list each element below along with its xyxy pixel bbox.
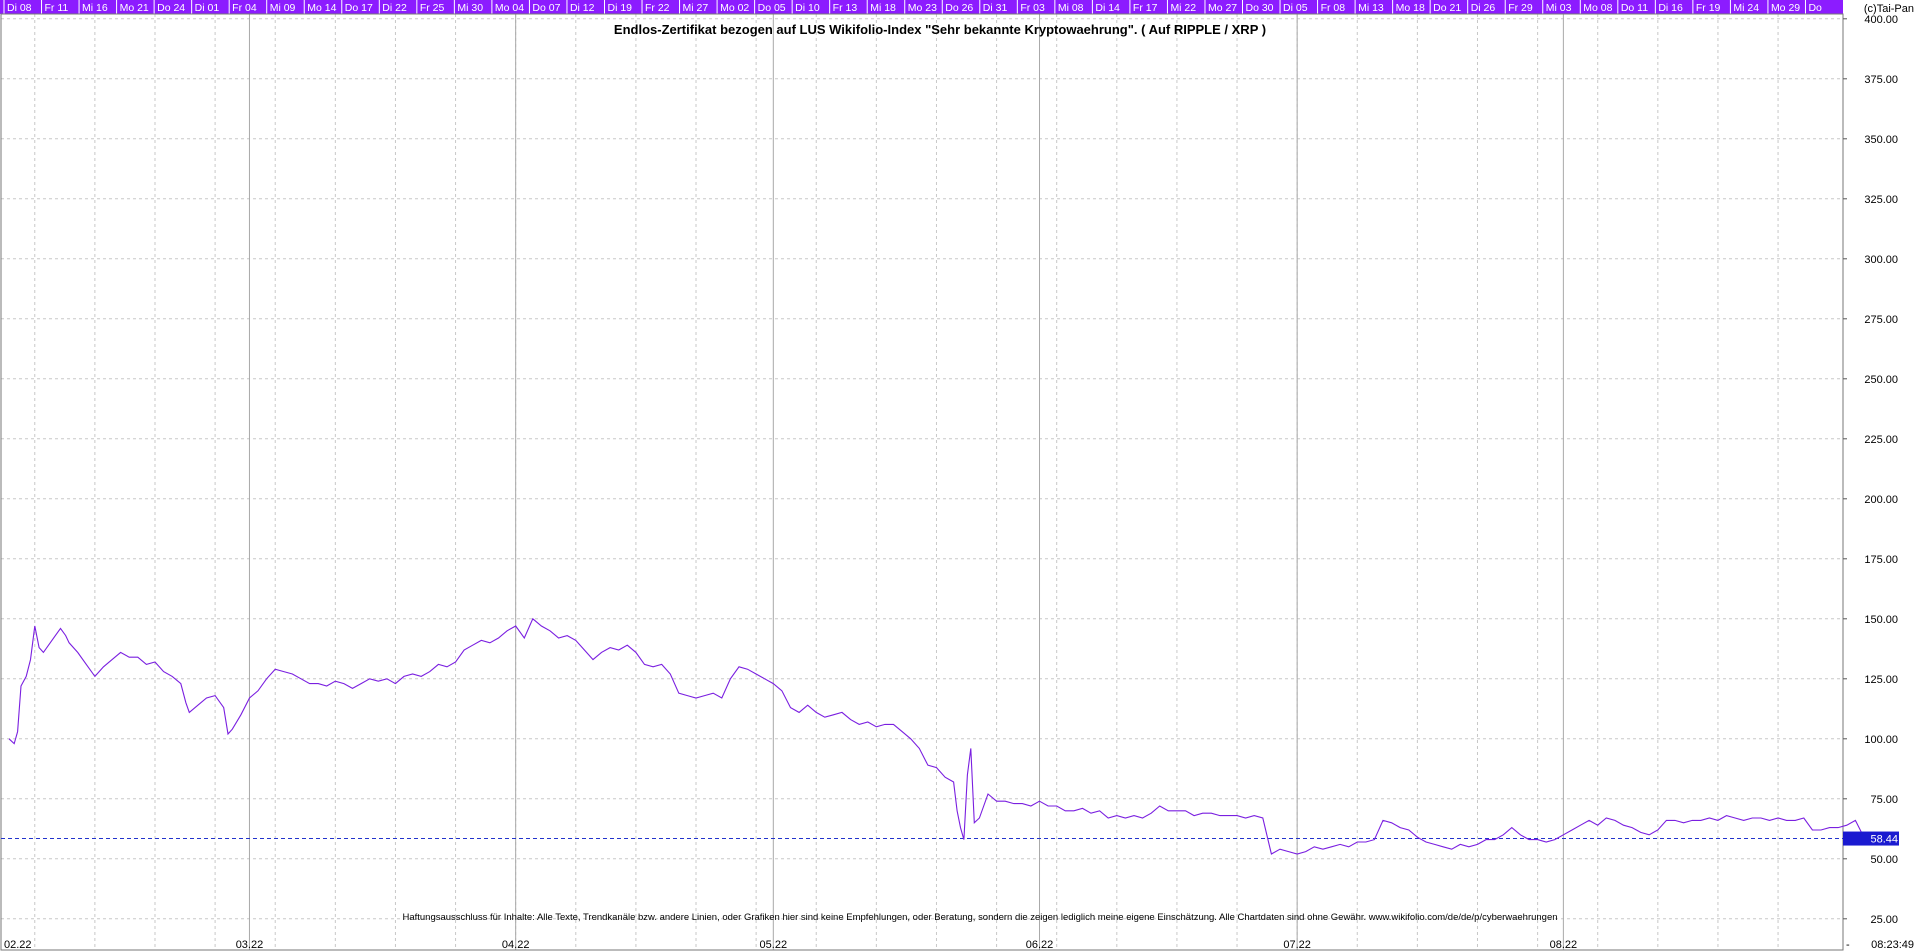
date-header-label: Do [1808,2,1822,14]
chart-root: Di 08 Fr 11 Mi 16 Mo 21 Do 24 Di 01 Fr 04 Mi 09… [0,0,1916,952]
date-header-label: Mo 04 [495,2,524,14]
y-tick-label: 25.00 [1870,914,1898,926]
x-month-label: 07.22 [1283,939,1311,951]
y-tick-label: 150.00 [1864,614,1898,626]
chart-title: Endlos-Zertifikat bezogen auf LUS Wikifo… [614,22,1266,37]
date-header-label: Do 17 [345,2,373,14]
y-tick-label: 350.00 [1864,134,1898,146]
timestamp-label: 08:23:49 [1871,939,1914,951]
date-header-label: Mo 18 [1396,2,1425,14]
date-header-label: Di 16 [1658,2,1683,14]
y-tick-label: 300.00 [1864,254,1898,266]
date-header-label: Do 05 [758,2,786,14]
y-tick-label: 275.00 [1864,314,1898,326]
y-tick-label: 100.00 [1864,734,1898,746]
current-price-label: 58.44 [1870,834,1898,846]
date-header-label: Fr 11 [45,2,69,14]
date-header-label: Mo 14 [307,2,336,14]
date-header-label: Mo 29 [1771,2,1800,14]
y-tick-label: 325.00 [1864,194,1898,206]
date-header-label: Di 12 [570,2,595,14]
date-header-label: Mi 16 [82,2,108,14]
date-header-label: Di 14 [1095,2,1120,14]
y-tick-label: 400.00 [1864,14,1898,26]
disclaimer-text: Haftungsausschluss für Inhalte: Alle Tex… [403,912,1558,923]
date-header-label: Mi 18 [870,2,896,14]
date-header-label: Do 24 [157,2,185,14]
date-header-label: Fr 13 [833,2,858,14]
date-header-label: Di 05 [1283,2,1308,14]
date-header-label: Mo 27 [1208,2,1237,14]
y-tick-label: 175.00 [1864,554,1898,566]
date-header-label: Di 22 [382,2,407,14]
date-header-label: Fr 25 [420,2,445,14]
date-header-label: Di 19 [607,2,632,14]
date-header-label: Di 01 [195,2,220,14]
date-header-label: Mo 02 [720,2,749,14]
date-header-label: Mi 30 [457,2,483,14]
date-header-label: Do 11 [1621,2,1648,14]
x-month-label: 04.22 [502,939,530,951]
y-tick-label: 125.00 [1864,674,1898,686]
x-month-label: 05.22 [760,939,788,951]
x-month-label: 08.22 [1550,939,1578,951]
date-header-label: Fr 08 [1321,2,1346,14]
date-header-label: Di 08 [7,2,32,14]
y-tick-label: 225.00 [1864,434,1898,446]
date-header-label: Mi 27 [683,2,709,14]
chart-background [0,0,1916,952]
date-header-label: Di 31 [983,2,1008,14]
y-tick-label: 375.00 [1864,74,1898,86]
date-header-label: Do 26 [945,2,973,14]
x-month-label: 03.22 [236,939,264,951]
date-header-label: Fr 29 [1508,2,1533,14]
date-header-label: Do 30 [1246,2,1274,14]
x-month-label: 06.22 [1026,939,1054,951]
y-tick-label: 50.00 [1870,854,1898,866]
date-header-label: Di 26 [1471,2,1496,14]
date-header-labels: Di 08 Fr 11 Mi 16 Mo 21 Do 24 Di 01 Fr 04 Mi 09… [3,0,1822,14]
date-header-label: Mo 21 [120,2,149,14]
date-header-label: Mi 09 [270,2,296,14]
date-header-label: Mi 24 [1733,2,1759,14]
y-tick-label: 250.00 [1864,374,1898,386]
date-header-label: Fr 04 [232,2,257,14]
y-tick-label: 200.00 [1864,494,1898,506]
date-header-label: Mi 22 [1170,2,1196,14]
date-header-label: Mo 23 [908,2,937,14]
date-header-label: Di 10 [795,2,820,14]
date-header-label: Mi 13 [1358,2,1384,14]
date-header-label: Fr 03 [1020,2,1045,14]
date-header-label: Mi 03 [1546,2,1572,14]
date-header-label: Fr 17 [1133,2,1158,14]
copyright-label: (c)Tai-Pan [1864,3,1914,15]
date-header-label: Mo 08 [1583,2,1612,14]
footer-dash: - [1846,939,1850,951]
date-header-label: Do 07 [532,2,560,14]
y-tick-label: 75.00 [1870,794,1898,806]
date-header-label: Fr 22 [645,2,670,14]
x-month-label: 02.22 [4,939,32,951]
date-header-label: Mi 08 [1058,2,1084,14]
date-header-label: Do 21 [1433,2,1461,14]
date-header-label: Fr 19 [1696,2,1721,14]
